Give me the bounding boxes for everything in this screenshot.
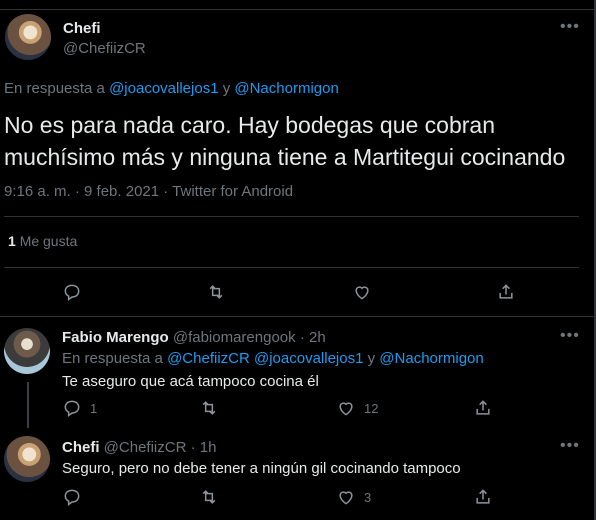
reply-context: En respuesta a @ChefiizCR @joacovallejos… <box>62 350 484 367</box>
author-handle[interactable]: @ChefiizCR <box>63 40 146 57</box>
share-icon <box>476 400 490 415</box>
tweet-time[interactable]: · 2h <box>300 329 326 346</box>
likes-summary[interactable]: 1 Me gusta <box>8 233 77 249</box>
avatar[interactable] <box>5 14 51 60</box>
share-button[interactable] <box>473 398 493 418</box>
reply-mention-link[interactable]: @joacovallejos1 <box>254 350 363 367</box>
like-button[interactable]: 3 <box>336 487 371 507</box>
share-icon <box>499 284 513 299</box>
retweet-icon <box>209 285 223 299</box>
reply-icon <box>64 284 80 301</box>
like-button[interactable] <box>352 282 372 302</box>
author-name[interactable]: Chefi <box>63 20 101 37</box>
reply-header: Fabio Marengo @fabiomarengook · 2h <box>62 329 326 346</box>
divider <box>4 216 579 217</box>
reply-sep: y <box>222 80 231 97</box>
divider <box>0 316 594 317</box>
reply-count: 1 <box>90 400 98 416</box>
reply-sep: y <box>367 350 376 367</box>
author-handle[interactable]: @fabiomarengook <box>173 329 296 346</box>
reply-button[interactable] <box>62 282 82 302</box>
likes-label: Me gusta <box>19 233 78 249</box>
reply-mention-link[interactable]: @Nachormigon <box>379 350 483 367</box>
author-handle[interactable]: @ChefiizCR <box>104 439 187 456</box>
reply-button[interactable]: 1 <box>62 398 97 418</box>
tweet-text: Te aseguro que acá tampoco cocina él <box>62 373 319 390</box>
retweet-button[interactable] <box>199 398 219 418</box>
reply-prefix: En respuesta a <box>62 350 163 367</box>
reply-mention-link[interactable]: @joacovallejos1 <box>109 80 218 97</box>
thread-line <box>27 382 29 428</box>
reply-prefix: En respuesta a <box>4 80 105 97</box>
like-count: 12 <box>364 400 379 416</box>
tweet-meta[interactable]: 9:16 a. m. · 9 feb. 2021 · Twitter for A… <box>4 183 293 200</box>
heart-icon <box>339 491 353 505</box>
reply-icon <box>64 489 80 506</box>
share-button[interactable] <box>496 282 516 302</box>
tweet-text-line: muchísimo más y ninguna tiene a Martiteg… <box>4 144 566 170</box>
like-count: 3 <box>364 489 372 505</box>
avatar[interactable] <box>4 328 50 374</box>
tweet-time[interactable]: · 1h <box>191 439 217 456</box>
retweet-icon <box>202 490 216 504</box>
retweet-button[interactable] <box>206 282 226 302</box>
likes-count: 1 <box>8 233 16 249</box>
window-top-edge <box>0 0 596 10</box>
more-icon[interactable]: ••• <box>560 327 580 345</box>
tweet-text-line: No es para nada caro. Hay bodegas que co… <box>4 112 495 138</box>
reply-button[interactable] <box>62 487 82 507</box>
reply-context: En respuesta a @joacovallejos1 y @Nachor… <box>4 80 339 97</box>
author-name[interactable]: Fabio Marengo <box>62 329 169 346</box>
reply-mention-link[interactable]: @ChefiizCR <box>167 350 250 367</box>
heart-icon <box>339 402 353 416</box>
reply-header: Chefi @ChefiizCR · 1h <box>62 439 216 456</box>
tweet-text: Seguro, pero no debe tener a ningún gil … <box>62 460 461 477</box>
like-button[interactable]: 12 <box>336 398 378 418</box>
retweet-button[interactable] <box>199 487 219 507</box>
reply-mention-link[interactable]: @Nachormigon <box>234 80 338 97</box>
reply-icon <box>64 400 80 417</box>
share-icon <box>476 489 490 504</box>
more-icon[interactable]: ••• <box>560 437 580 455</box>
more-icon[interactable]: ••• <box>560 18 580 36</box>
divider <box>4 267 579 268</box>
share-button[interactable] <box>473 487 493 507</box>
heart-icon <box>355 286 369 300</box>
retweet-icon <box>202 401 216 415</box>
tweet-text: No es para nada caro. Hay bodegas que co… <box>4 109 589 173</box>
avatar[interactable] <box>4 436 50 482</box>
author-name[interactable]: Chefi <box>62 439 100 456</box>
